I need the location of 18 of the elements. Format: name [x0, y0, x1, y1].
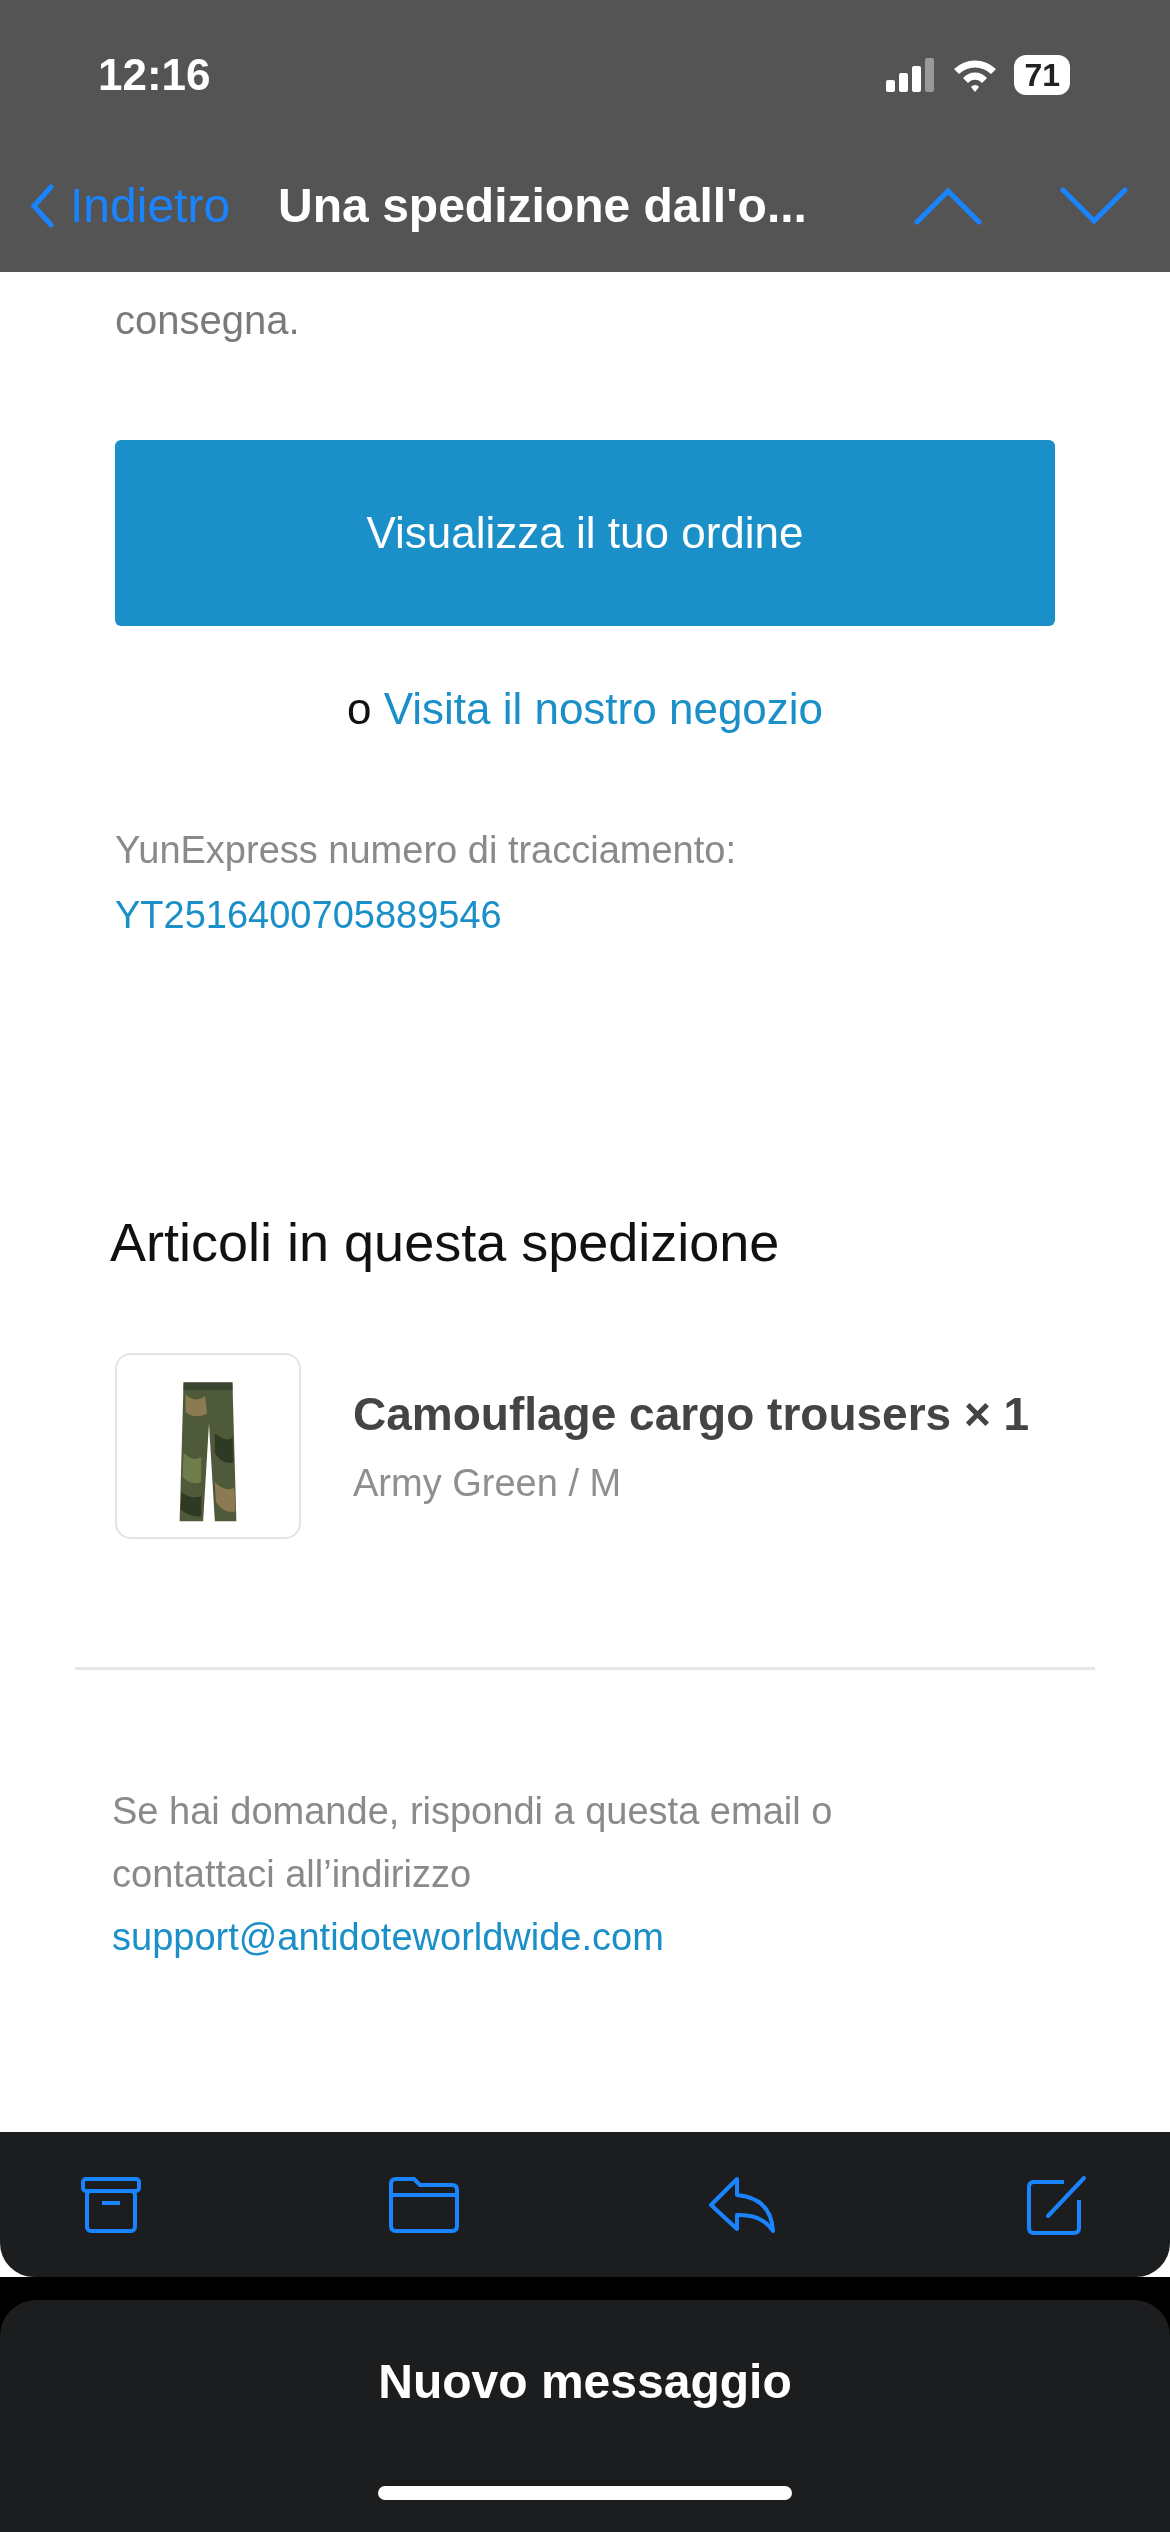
back-button[interactable]: Indietro [30, 170, 231, 242]
tracking-link[interactable]: YT2516400705889546 [115, 887, 502, 944]
wifi-icon [952, 58, 999, 92]
product-variant: Army Green / M [353, 1461, 623, 1506]
section-heading: Articoli in questa spedizione [110, 1211, 781, 1274]
store-line: o Visita il nostro negozio [345, 683, 825, 735]
back-chevron-icon [30, 184, 54, 228]
signal-icon [886, 58, 937, 92]
product-title: Camouflage cargo trousers × 1 [353, 1387, 1030, 1442]
email-subject: Una spedizione dall'o... [278, 178, 807, 234]
footer-text: Se hai domande, rispondi a questa email o contattaci all’indirizzo support@antidoteworldwide.com [0, 1780, 1170, 1969]
store-link[interactable]: Visita il nostro negozio [383, 684, 824, 733]
tracking-label: YunExpress numero di tracciamento: [115, 828, 737, 873]
view-order-button[interactable]: Visualizza il tuo ordine [115, 440, 1055, 626]
status-time: 12:16 [98, 49, 211, 101]
body-text: consegna. [115, 297, 301, 344]
battery-level: 71 [1014, 55, 1070, 95]
email-link[interactable]: support@antidoteworldwide.com [112, 1906, 664, 1969]
